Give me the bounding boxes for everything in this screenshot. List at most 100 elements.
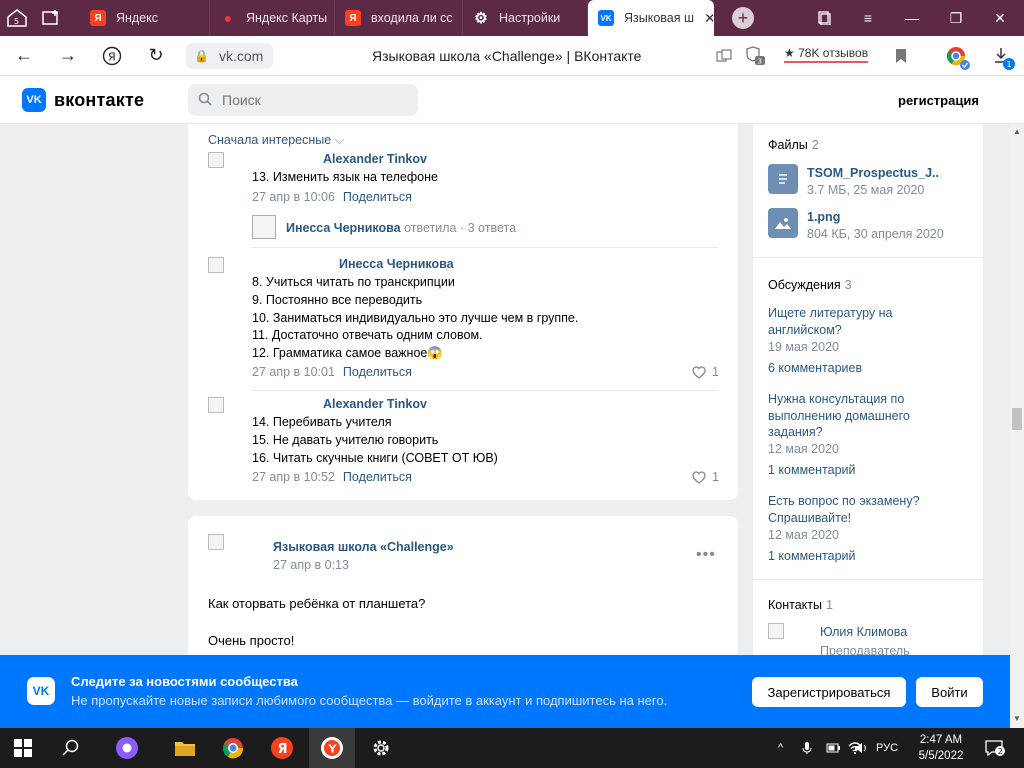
new-folder-icon[interactable] [34, 0, 68, 36]
avatar[interactable] [208, 257, 224, 273]
discussion-title[interactable]: Ищете литературу на английском? [768, 305, 968, 338]
comment-text: 8. Учиться читать по транскрипции 9. Пос… [252, 275, 579, 361]
scroll-up-arrow[interactable]: ▲ [1013, 127, 1021, 136]
new-tab-button[interactable]: + [732, 7, 754, 29]
files-header[interactable]: Файлы 2 [768, 138, 819, 152]
post-text: Очень просто! [208, 633, 295, 648]
tab-vk-active[interactable]: VK Языковая ш ✕ [588, 0, 714, 36]
more-options-icon[interactable]: ••• [696, 546, 716, 564]
yandex-app-icon[interactable]: Я [259, 728, 305, 768]
language-indicator[interactable]: РУС [876, 728, 898, 768]
comment-date[interactable]: 27 апр в 10:01 [252, 365, 335, 379]
tab-search[interactable]: Я входила ли сс [335, 0, 463, 36]
notifications-icon[interactable]: 2 [984, 728, 1006, 768]
vk-wordmark[interactable]: вконтакте [54, 90, 144, 111]
register-link[interactable]: регистрация [898, 93, 979, 108]
file-meta: 3.7 МБ, 25 мая 2020 [807, 183, 925, 197]
discussion-title[interactable]: Нужна консультация по выполнению домашне… [768, 391, 968, 441]
comment-meta: 27 апр в 10:06 Поделиться [252, 190, 412, 204]
discussion-comments-link[interactable]: 6 комментариев [768, 361, 862, 375]
avatar[interactable] [208, 397, 224, 413]
share-button[interactable]: Поделиться [343, 190, 412, 204]
page-scrollbar[interactable]: ▲ ▼ [1010, 124, 1024, 728]
document-icon[interactable] [768, 164, 798, 194]
like-button[interactable]: 1 [692, 470, 719, 484]
menu-icon[interactable]: ≡ [846, 0, 890, 36]
tray-chevron-up-icon[interactable]: ^ [778, 728, 783, 768]
login-button[interactable]: Войти [916, 677, 983, 707]
like-button[interactable]: 1 [692, 365, 719, 379]
download-icon[interactable]: 1 [993, 46, 1017, 73]
reviews-badge[interactable]: ★ 78K отзывов [784, 46, 869, 63]
bookmark-icon[interactable] [895, 48, 907, 67]
comment-author[interactable]: Alexander Tinkov [323, 397, 427, 411]
url-field[interactable]: 🔒 vk.com [186, 42, 274, 69]
chrome-icon[interactable] [210, 728, 256, 768]
file-link[interactable]: 1.png [807, 210, 840, 224]
search-icon[interactable] [48, 728, 94, 768]
divider [252, 390, 718, 391]
chrome-extension-icon[interactable] [946, 46, 970, 73]
comment-author[interactable]: Alexander Tinkov [323, 152, 427, 166]
file-explorer-icon[interactable] [162, 728, 208, 768]
tab-yandex-maps[interactable]: ● Яндекс Карты [210, 0, 335, 36]
back-button[interactable]: ← [2, 36, 46, 76]
comment-date[interactable]: 27 апр в 10:52 [252, 470, 335, 484]
map-pin-icon: ● [223, 10, 233, 26]
window-close-button[interactable]: ✕ [978, 0, 1022, 36]
register-button[interactable]: Зарегистрироваться [752, 677, 906, 707]
image-file-icon[interactable] [768, 208, 798, 238]
reload-icon[interactable]: ↻ [134, 36, 178, 76]
shield-icon[interactable]: 3 [746, 45, 766, 68]
scroll-thumb[interactable] [1012, 408, 1022, 430]
restore-button[interactable]: ❐ [934, 0, 978, 36]
discussion-comments-link[interactable]: 1 комментарий [768, 463, 855, 477]
sort-dropdown[interactable]: Сначала интересные ⌵ [208, 133, 344, 148]
bookmarks-panel-icon[interactable] [802, 0, 846, 36]
windows-start-icon[interactable] [0, 728, 46, 768]
scroll-down-arrow[interactable]: ▼ [1013, 714, 1021, 723]
heart-icon [692, 470, 706, 484]
discussion-date: 12 мая 2020 [768, 528, 839, 542]
avatar[interactable] [768, 623, 784, 639]
avatar[interactable] [208, 534, 224, 550]
minimize-button[interactable]: — [890, 0, 934, 36]
tab-settings[interactable]: ⚙ Настройки [463, 0, 588, 36]
content-area: Сначала интересные ⌵ Alexander Tinkov 13… [0, 124, 1010, 655]
post-author[interactable]: Языковая школа «Challenge» [273, 540, 454, 554]
share-button[interactable]: Поделиться [343, 365, 412, 379]
comment-author[interactable]: Инесса Черникова [339, 257, 454, 271]
discussion-comments-link[interactable]: 1 комментарий [768, 549, 855, 563]
close-icon[interactable]: ✕ [704, 10, 713, 27]
avatar[interactable] [208, 152, 224, 168]
battery-icon[interactable] [826, 728, 840, 768]
comment-date[interactable]: 27 апр в 10:06 [252, 190, 335, 204]
translate-icon[interactable] [716, 48, 732, 67]
vk-logo: VK [27, 677, 55, 705]
file-link[interactable]: TSOM_Prospectus_J.. [807, 166, 939, 180]
post-date[interactable]: 27 апр в 0:13 [273, 558, 349, 572]
discussion-title[interactable]: Есть вопрос по экзамену? Спрашивайте! [768, 493, 968, 526]
windows-taskbar: Я Y ^ РУС 2:47 AM 5/5/2022 2 [0, 728, 1024, 768]
contacts-header[interactable]: Контакты 1 [768, 598, 833, 612]
yandex-button[interactable]: Я [90, 36, 134, 76]
forward-button[interactable]: → [46, 36, 90, 76]
avatar[interactable] [252, 215, 276, 239]
contact-name[interactable]: Юлия Климова [820, 625, 907, 639]
tab-yandex[interactable]: Я Яндекс [80, 0, 210, 36]
search-input[interactable] [188, 84, 418, 116]
discussion-date: 12 мая 2020 [768, 442, 839, 456]
tabs-overview-icon[interactable]: 5 [0, 0, 34, 36]
yandex-browser-icon[interactable]: Y [309, 728, 355, 768]
post-text: Как оторвать ребёнка от планшета? [208, 596, 426, 611]
alice-icon[interactable] [104, 728, 150, 768]
volume-icon[interactable] [854, 728, 868, 768]
comment-text: 13. Изменить язык на телефоне [252, 170, 438, 184]
clock[interactable]: 2:47 AM 5/5/2022 [912, 732, 970, 764]
vk-logo[interactable]: VK [22, 88, 46, 112]
settings-gear-icon[interactable] [358, 728, 404, 768]
share-button[interactable]: Поделиться [343, 470, 412, 484]
microphone-icon[interactable] [802, 728, 812, 768]
discussions-header[interactable]: Обсуждения 3 [768, 278, 852, 292]
replies-summary[interactable]: Инесса Черникова ответила · 3 ответа [286, 221, 516, 235]
